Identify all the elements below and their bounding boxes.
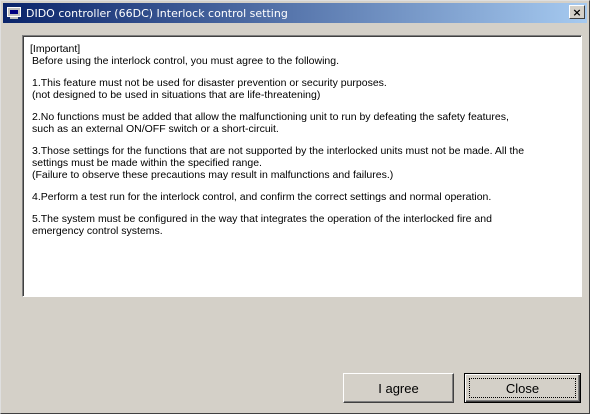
notice-item-3: 3.Those settings for the functions that … bbox=[32, 145, 573, 181]
notice-intro: Before using the interlock control, you … bbox=[32, 55, 340, 67]
window-close-button[interactable]: × bbox=[569, 5, 585, 19]
notice-line: 2.No functions must be added that allow … bbox=[32, 111, 509, 123]
notice-line: 3.Those settings for the functions that … bbox=[32, 145, 525, 157]
focus-rectangle bbox=[469, 378, 576, 398]
notice-heading: [Important] bbox=[30, 43, 81, 55]
agree-button[interactable]: I agree bbox=[343, 373, 454, 403]
notice-text-box: [Important] Before using the interlock c… bbox=[22, 35, 582, 297]
notice-line: (Failure to observe these precautions ma… bbox=[32, 169, 394, 181]
notice-item-1: 1.This feature must not be used for disa… bbox=[32, 77, 573, 101]
notice-line: 5.The system must be configured in the w… bbox=[32, 213, 492, 225]
title-bar[interactable]: DIDO controller (66DC) Interlock control… bbox=[3, 3, 587, 23]
computer-icon bbox=[6, 6, 22, 20]
notice-item-4: 4.Perform a test run for the interlock c… bbox=[32, 191, 573, 203]
dialog-window: DIDO controller (66DC) Interlock control… bbox=[0, 0, 590, 414]
notice-item-2: 2.No functions must be added that allow … bbox=[32, 111, 573, 135]
notice-line: emergency control systems. bbox=[32, 225, 163, 237]
notice-line: settings must be made within the specifi… bbox=[32, 157, 262, 169]
notice-line: 1.This feature must not be used for disa… bbox=[32, 77, 387, 89]
notice-line: 4.Perform a test run for the interlock c… bbox=[32, 191, 492, 203]
notice-line: (not designed to be used in situations t… bbox=[32, 89, 321, 101]
notice-line: such as an external ON/OFF switch or a s… bbox=[32, 123, 279, 135]
notice-item-5: 5.The system must be configured in the w… bbox=[32, 213, 573, 237]
close-button[interactable]: Close bbox=[464, 373, 581, 403]
window-title: DIDO controller (66DC) Interlock control… bbox=[26, 6, 288, 20]
